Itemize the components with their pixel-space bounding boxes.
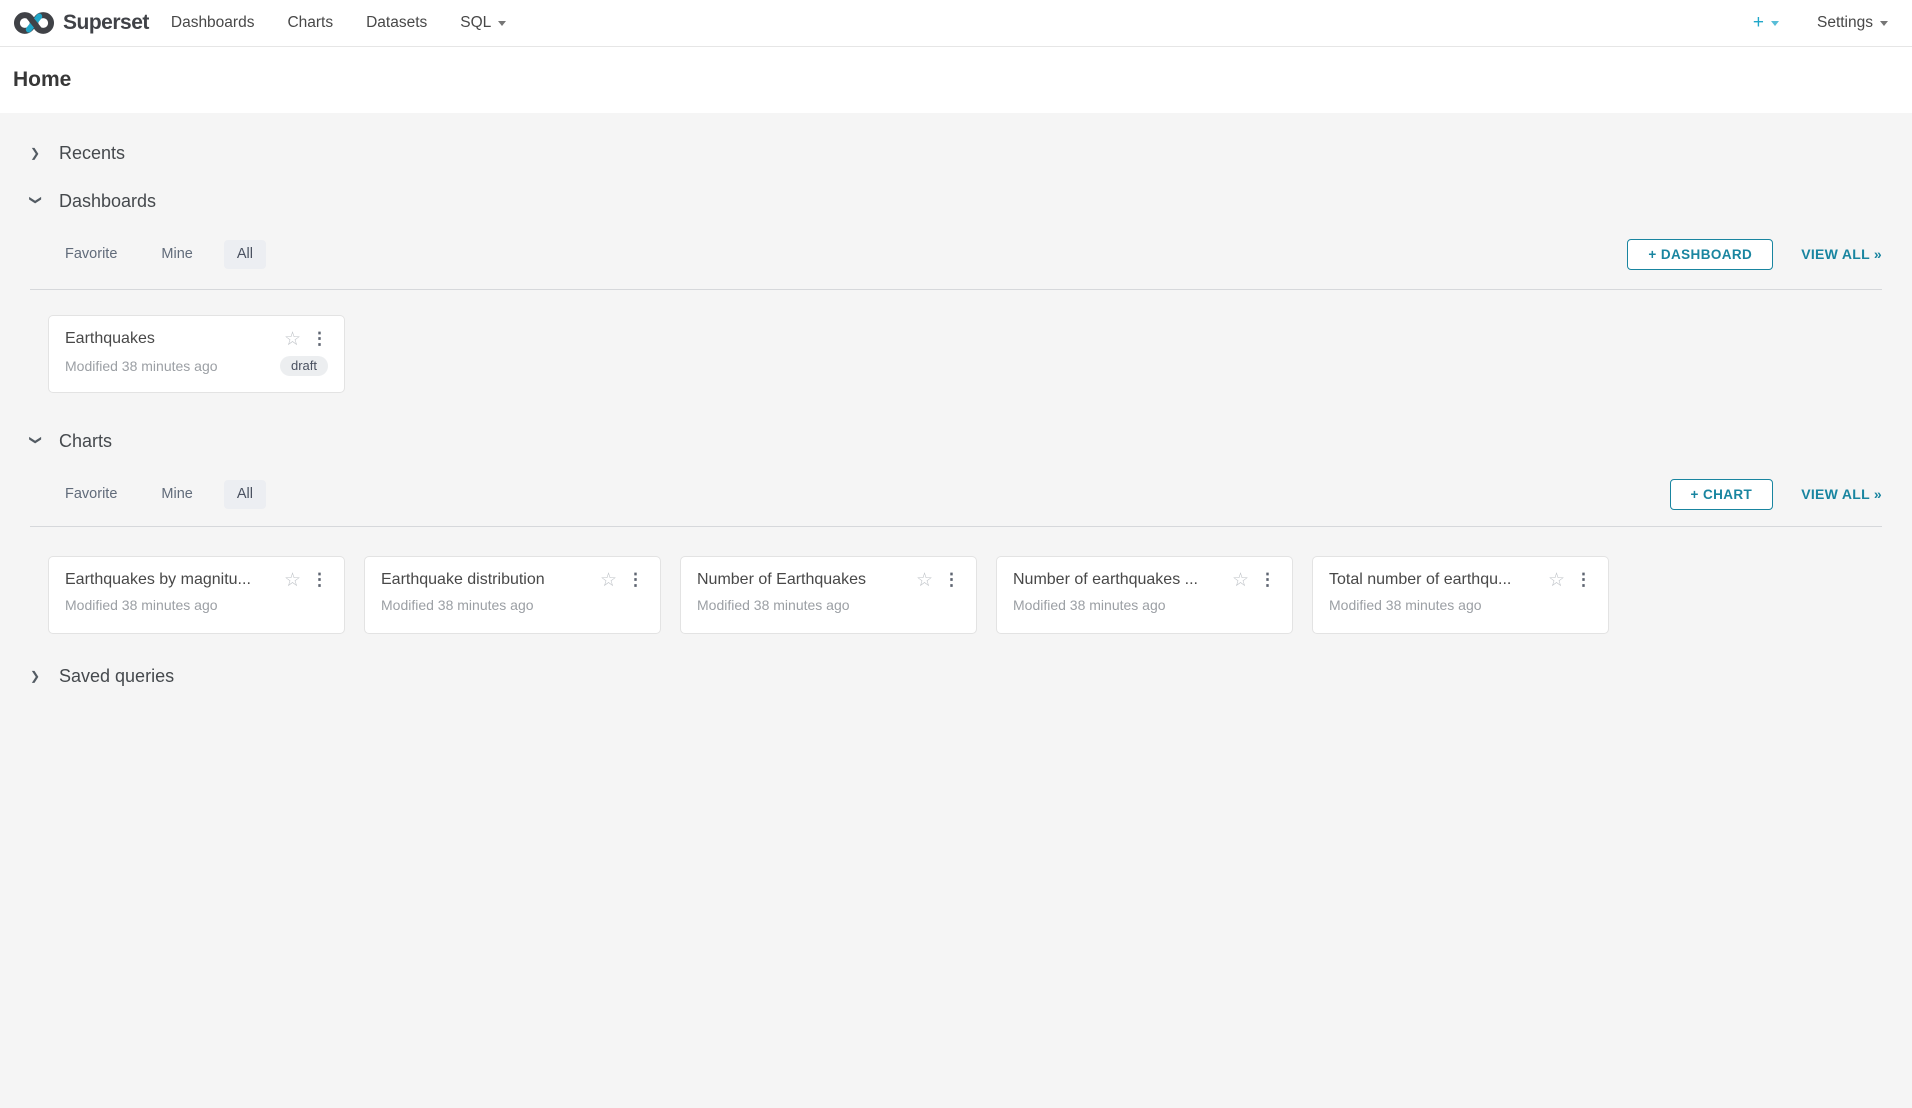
- nav-datasets[interactable]: Datasets: [366, 14, 427, 32]
- card-top-row: Earthquakes by magnitu... ☆ ⋮: [65, 570, 328, 590]
- plus-icon: +: [1753, 12, 1764, 34]
- kebab-menu-icon[interactable]: ⋮: [943, 571, 960, 589]
- new-chart-button[interactable]: + CHART: [1670, 479, 1774, 510]
- chevron-right-icon: ❯: [30, 670, 42, 682]
- chart-card[interactable]: Earthquake distribution ☆ ⋮ Modified 38 …: [364, 556, 661, 634]
- card-bottom-row: Modified 38 minutes ago: [1329, 597, 1592, 613]
- new-dashboard-button[interactable]: + DASHBOARD: [1627, 239, 1773, 270]
- chevron-right-icon: ❯: [30, 147, 42, 159]
- page-title: Home: [13, 68, 71, 92]
- card-top-row: Number of Earthquakes ☆ ⋮: [697, 570, 960, 590]
- chart-card[interactable]: Number of Earthquakes ☆ ⋮ Modified 38 mi…: [680, 556, 977, 634]
- charts-tab-all[interactable]: All: [224, 480, 266, 509]
- favorite-star-icon[interactable]: ☆: [284, 571, 301, 590]
- dashboards-controls-row: Favorite Mine All + DASHBOARD VIEW ALL »: [30, 239, 1882, 269]
- card-bottom-row: Modified 38 minutes ago: [697, 597, 960, 613]
- chart-card-title[interactable]: Earthquake distribution: [381, 570, 592, 590]
- chart-card-title[interactable]: Number of Earthquakes: [697, 570, 908, 590]
- charts-divider: [30, 526, 1882, 527]
- recents-section-toggle[interactable]: ❯ Recents: [30, 141, 125, 165]
- charts-card-grid: Earthquakes by magnitu... ☆ ⋮ Modified 3…: [48, 556, 1882, 634]
- card-bottom-row: Modified 38 minutes ago: [1013, 597, 1276, 613]
- kebab-menu-icon[interactable]: ⋮: [1259, 571, 1276, 589]
- card-bottom-row: Modified 38 minutes ago draft: [65, 356, 328, 376]
- recents-section-title: Recents: [59, 143, 125, 164]
- caret-down-icon: [498, 21, 506, 26]
- card-top-row: Total number of earthqu... ☆ ⋮: [1329, 570, 1592, 590]
- card-bottom-row: Modified 38 minutes ago: [381, 597, 644, 613]
- chart-card[interactable]: Earthquakes by magnitu... ☆ ⋮ Modified 3…: [48, 556, 345, 634]
- favorite-star-icon[interactable]: ☆: [284, 330, 301, 349]
- top-navbar: Superset Dashboards Charts Datasets SQL …: [0, 0, 1912, 47]
- dashboards-section-title: Dashboards: [59, 191, 156, 212]
- dashboards-divider: [30, 289, 1882, 290]
- charts-section-title: Charts: [59, 431, 112, 452]
- dashboards-card-grid: Earthquakes ☆ ⋮ Modified 38 minutes ago …: [48, 315, 1882, 393]
- settings-menu-button[interactable]: Settings: [1817, 14, 1888, 32]
- dashboard-card-earthquakes[interactable]: Earthquakes ☆ ⋮ Modified 38 minutes ago …: [48, 315, 345, 393]
- view-all-charts-link[interactable]: VIEW ALL »: [1801, 486, 1882, 502]
- view-all-dashboards-link[interactable]: VIEW ALL »: [1801, 246, 1882, 262]
- settings-label: Settings: [1817, 14, 1873, 32]
- charts-controls-row: Favorite Mine All + CHART VIEW ALL »: [30, 479, 1882, 509]
- kebab-menu-icon[interactable]: ⋮: [627, 571, 644, 589]
- dashboards-tab-all[interactable]: All: [224, 240, 266, 269]
- caret-down-icon: [1880, 21, 1888, 26]
- favorite-star-icon[interactable]: ☆: [600, 571, 617, 590]
- kebab-menu-icon[interactable]: ⋮: [311, 571, 328, 589]
- superset-infinity-icon: [13, 8, 55, 38]
- favorite-star-icon[interactable]: ☆: [916, 571, 933, 590]
- chart-card-title[interactable]: Earthquakes by magnitu...: [65, 570, 276, 590]
- nav-sql-menu[interactable]: SQL: [460, 14, 506, 32]
- charts-section-toggle[interactable]: ❯ Charts: [30, 429, 112, 453]
- navbar-right: + Settings: [1753, 12, 1888, 34]
- chart-card[interactable]: Total number of earthqu... ☆ ⋮ Modified …: [1312, 556, 1609, 634]
- saved-queries-section-title: Saved queries: [59, 666, 174, 687]
- chart-card[interactable]: Number of earthquakes ... ☆ ⋮ Modified 3…: [996, 556, 1293, 634]
- page-header: Home: [0, 47, 1912, 113]
- dashboards-section-toggle[interactable]: ❯ Dashboards: [30, 189, 156, 213]
- chart-card-title[interactable]: Total number of earthqu...: [1329, 570, 1540, 590]
- chart-card-title[interactable]: Number of earthquakes ...: [1013, 570, 1224, 590]
- charts-tab-mine[interactable]: Mine: [148, 480, 205, 509]
- dashboards-tab-mine[interactable]: Mine: [148, 240, 205, 269]
- favorite-star-icon[interactable]: ☆: [1548, 571, 1565, 590]
- modified-timestamp: Modified 38 minutes ago: [697, 597, 850, 613]
- charts-tabs: Favorite Mine All: [52, 480, 266, 509]
- charts-actions: + CHART VIEW ALL »: [1670, 479, 1882, 510]
- main-nav: Dashboards Charts Datasets SQL: [171, 14, 539, 32]
- modified-timestamp: Modified 38 minutes ago: [65, 358, 218, 374]
- card-bottom-row: Modified 38 minutes ago: [65, 597, 328, 613]
- nav-charts[interactable]: Charts: [287, 14, 333, 32]
- superset-logo[interactable]: Superset: [13, 8, 149, 38]
- chevron-down-icon: ❯: [30, 435, 42, 447]
- card-top-row: Number of earthquakes ... ☆ ⋮: [1013, 570, 1276, 590]
- saved-queries-section-toggle[interactable]: ❯ Saved queries: [30, 664, 174, 688]
- modified-timestamp: Modified 38 minutes ago: [1329, 597, 1482, 613]
- draft-status-badge: draft: [280, 356, 328, 376]
- kebab-menu-icon[interactable]: ⋮: [311, 330, 328, 348]
- modified-timestamp: Modified 38 minutes ago: [65, 597, 218, 613]
- charts-tab-favorite[interactable]: Favorite: [52, 480, 130, 509]
- dashboard-card-title[interactable]: Earthquakes: [65, 329, 276, 349]
- nav-sql-label: SQL: [460, 14, 491, 32]
- modified-timestamp: Modified 38 minutes ago: [381, 597, 534, 613]
- chevron-down-icon: ❯: [30, 195, 42, 207]
- card-top-row: Earthquakes ☆ ⋮: [65, 329, 328, 349]
- favorite-star-icon[interactable]: ☆: [1232, 571, 1249, 590]
- modified-timestamp: Modified 38 minutes ago: [1013, 597, 1166, 613]
- nav-dashboards[interactable]: Dashboards: [171, 14, 255, 32]
- kebab-menu-icon[interactable]: ⋮: [1575, 571, 1592, 589]
- caret-down-icon: [1771, 21, 1779, 26]
- dashboards-tabs: Favorite Mine All: [52, 240, 266, 269]
- new-item-menu-button[interactable]: +: [1753, 12, 1779, 34]
- home-content: ❯ Recents ❯ Dashboards Favorite Mine All…: [0, 141, 1912, 688]
- card-top-row: Earthquake distribution ☆ ⋮: [381, 570, 644, 590]
- brand-name: Superset: [63, 11, 149, 35]
- dashboards-tab-favorite[interactable]: Favorite: [52, 240, 130, 269]
- dashboards-actions: + DASHBOARD VIEW ALL »: [1627, 239, 1882, 270]
